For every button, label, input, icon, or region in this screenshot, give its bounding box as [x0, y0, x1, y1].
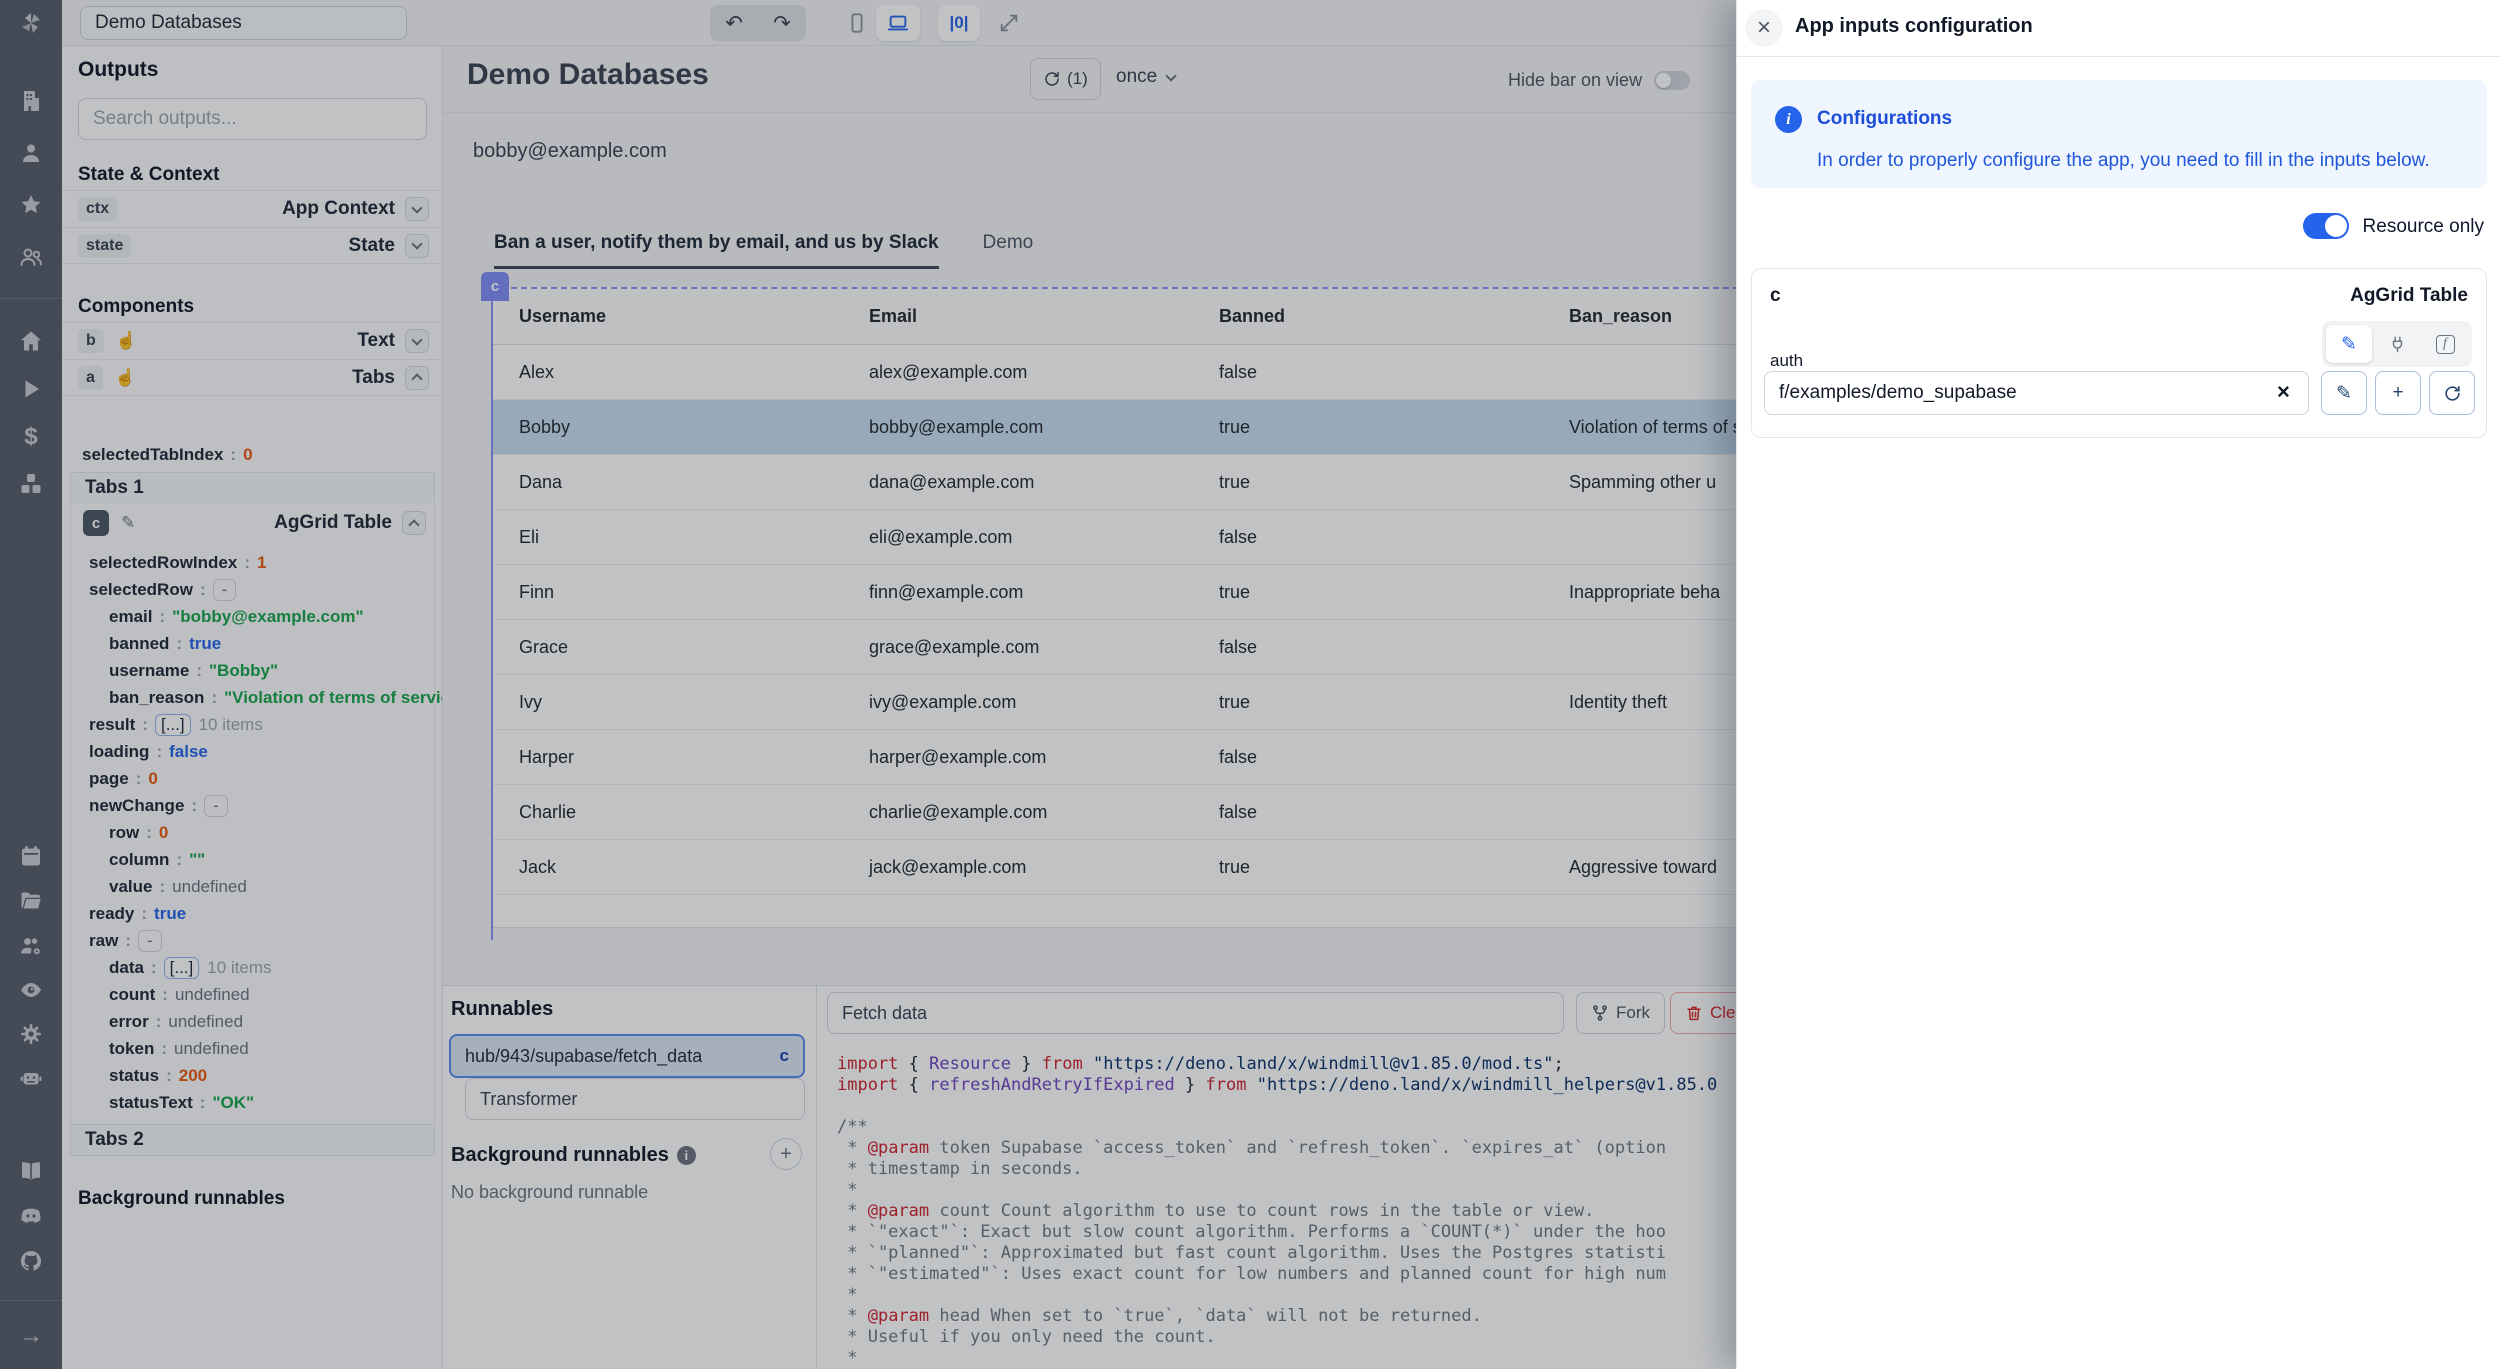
windmill-app-editor: $ → ↶ ↷ |0| Outputs State & Context ctx … — [0, 0, 2500, 1369]
eval-function-icon[interactable]: f — [2422, 325, 2468, 363]
component-id: c — [1770, 285, 1781, 307]
info-circle-icon: i — [1775, 106, 1802, 133]
add-resource-button[interactable]: + — [2375, 371, 2421, 415]
static-pencil-icon[interactable]: ✎ — [2326, 325, 2372, 363]
auth-resource-input[interactable] — [1764, 371, 2309, 415]
refresh-resource-button[interactable] — [2429, 371, 2475, 415]
edit-resource-pencil-button[interactable]: ✎ — [2321, 371, 2367, 415]
resource-only-label: Resource only — [2363, 216, 2484, 238]
info-body: In order to properly configure the app, … — [1817, 150, 2430, 172]
drawer-backdrop[interactable] — [0, 0, 1736, 1369]
component-type: AgGrid Table — [2350, 285, 2468, 307]
app-inputs-drawer: × App inputs configuration i Configurati… — [1736, 0, 2500, 1369]
info-title: Configurations — [1817, 108, 1952, 130]
auth-field-label: auth — [1770, 351, 1803, 371]
resource-only-toggle[interactable] — [2303, 213, 2349, 239]
clear-input-icon[interactable]: × — [2277, 381, 2290, 403]
input-mode-segmented-control: ✎ f — [2322, 321, 2472, 367]
close-icon[interactable]: × — [1745, 9, 1783, 47]
component-input-card: c AgGrid Table auth ✎ f × ✎ + — [1751, 268, 2487, 438]
configurations-info-box: i Configurations In order to properly co… — [1751, 80, 2487, 188]
drawer-header: × App inputs configuration — [1737, 0, 2500, 57]
drawer-title: App inputs configuration — [1795, 15, 2033, 38]
connect-plug-icon[interactable] — [2374, 325, 2420, 363]
